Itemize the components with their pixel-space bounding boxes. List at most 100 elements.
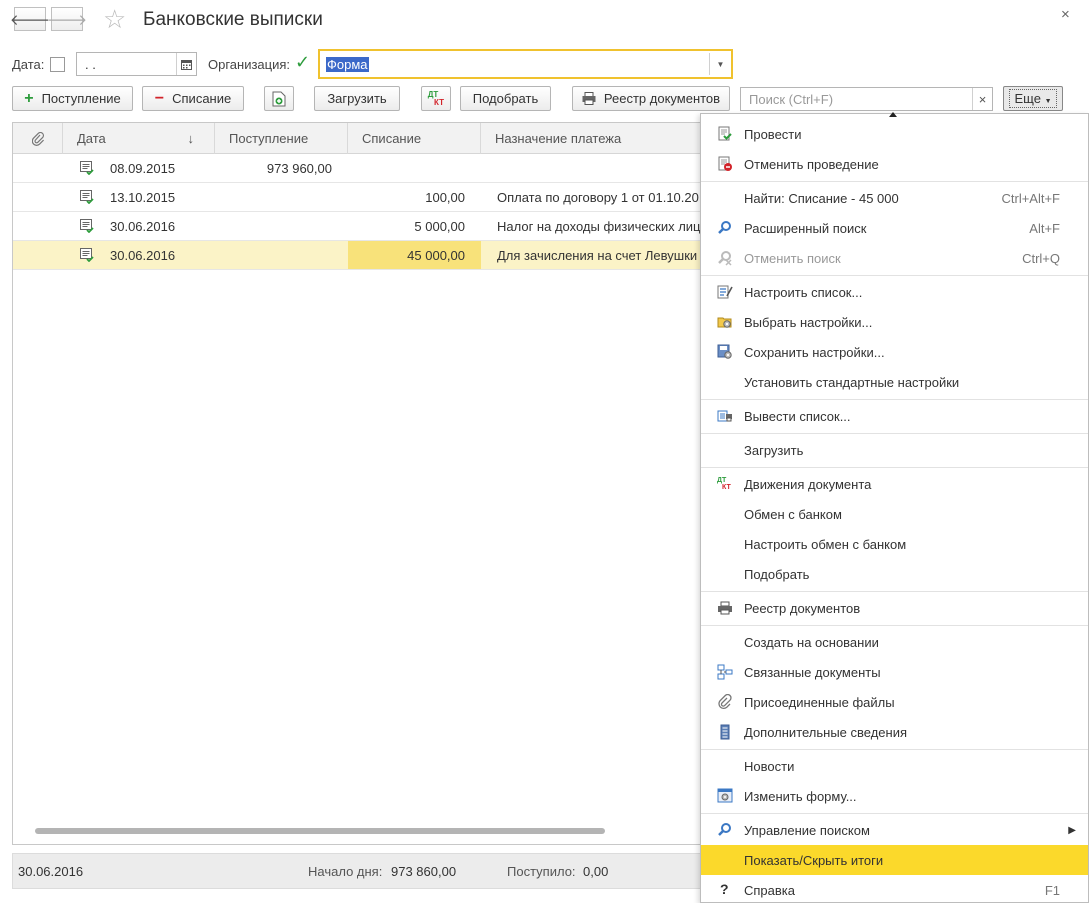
search-icon [718,823,731,836]
dtkt-icon: ДТ КТ [717,477,731,491]
table-row-selected[interactable]: 30.06.2016 45 000,00 Для зачисления на с… [13,241,700,270]
favorite-star-icon[interactable]: ☆ [103,4,126,35]
menu-item-search-management[interactable]: Управление поиском ▶ [701,815,1088,845]
search-input[interactable]: Поиск (Ctrl+F) × [740,87,993,111]
column-header-purpose[interactable]: Назначение платежа [481,123,700,154]
column-header-date[interactable]: Дата ↓ [63,123,215,154]
row-date: 08.09.2015 [110,160,176,176]
more-button[interactable]: Еще ▼ [1003,86,1063,111]
menu-item-advanced-search[interactable]: Расширенный поиск Alt+F [701,213,1088,243]
registry-button[interactable]: Реестр документов [572,86,730,111]
menu-item-select-settings[interactable]: Выбрать настройки... [701,307,1088,337]
row-purpose: Для зачисления на счет Левушки [497,247,698,263]
dtkt-button[interactable]: ДТ КТ [421,86,451,111]
sort-arrow-icon: ↓ [187,131,195,146]
change-form-icon [717,788,733,803]
forward-button[interactable]: 🡒 [47,7,87,31]
table-header: Дата ↓ Поступление Списание Назначение п… [13,123,700,154]
footer-date: 30.06.2016 [18,864,84,879]
menu-item-news[interactable]: Новости [701,751,1088,781]
attachment-column-icon[interactable] [13,123,63,154]
menu-item-toggle-totals[interactable]: Показать/Скрыть итоги [701,845,1088,875]
menu-separator [701,181,1088,182]
menu-item-bank-exchange[interactable]: Обмен с банком [701,499,1088,529]
configure-list-icon [717,285,733,299]
date-value: . . [85,56,96,72]
menu-separator [701,813,1088,814]
menu-item-output-list[interactable]: Вывести список... [701,401,1088,431]
organization-field[interactable]: Форма ▼ [318,49,733,79]
menu-item-registry[interactable]: Реестр документов [701,593,1088,623]
page-title: Банковские выписки [143,9,323,30]
column-header-income[interactable]: Поступление [215,123,348,154]
search-placeholder: Поиск (Ctrl+F) [749,91,834,107]
row-expense: 100,00 [425,189,465,205]
close-icon[interactable]: × [1061,6,1070,23]
date-checkbox[interactable] [50,57,65,72]
unpost-document-icon [718,156,732,171]
menu-item-document-movements[interactable]: ДТ КТ Движения документа [701,469,1088,499]
save-settings-icon [717,344,732,359]
row-expense [348,154,465,182]
menu-item-attached-files[interactable]: Присоединенные файлы [701,687,1088,717]
load-button[interactable]: Загрузить [314,86,400,111]
posted-document-icon [80,248,94,262]
menu-separator [701,433,1088,434]
menu-item-save-settings[interactable]: Сохранить настройки... [701,337,1088,367]
output-list-icon [717,410,732,422]
help-icon: ? [720,881,729,897]
menu-item-post[interactable]: Провести [701,119,1088,149]
menu-item-change-form[interactable]: Изменить форму... [701,781,1088,811]
organization-checkbox[interactable]: ✓ [295,52,310,73]
menu-pointer [889,112,897,117]
menu-item-related-documents[interactable]: Связанные документы [701,657,1088,687]
cancel-search-icon [718,251,732,266]
arrow-left-icon: 🡐 [9,11,51,29]
scrollbar-thumb[interactable] [35,828,605,834]
add-income-button[interactable]: + Поступление [12,86,133,111]
footer-start-value: 973 860,00 [391,864,457,879]
settings-folder-icon [717,317,732,328]
menu-item-create-based-on[interactable]: Создать на основании [701,627,1088,657]
date-label: Дата: [12,57,45,72]
dropdown-icon[interactable]: ▼ [709,53,731,75]
menu-item-configure-bank-exchange[interactable]: Настроить обмен с банком [701,529,1088,559]
new-document-button[interactable] [264,86,294,111]
dtkt-bottom: КТ [434,97,444,107]
menu-item-configure-list[interactable]: Настроить список... [701,277,1088,307]
bank-statements-table[interactable]: Дата ↓ Поступление Списание Назначение п… [12,122,701,845]
row-income [215,241,332,269]
menu-item-match[interactable]: Подобрать [701,559,1088,589]
menu-item-additional-info[interactable]: Дополнительные сведения [701,717,1088,747]
menu-separator [701,591,1088,592]
minus-icon: − [154,89,165,107]
row-income [215,183,332,211]
menu-item-cancel-search[interactable]: Отменить поиск Ctrl+Q [701,243,1088,273]
calendar-icon[interactable] [176,53,196,75]
plus-icon: + [24,89,34,107]
organization-value: Форма [326,56,369,72]
table-row[interactable]: 30.06.2016 5 000,00 Налог на доходы физи… [13,212,700,241]
menu-separator [701,399,1088,400]
menu-item-find[interactable]: Найти: Списание - 45 000 Ctrl+Alt+F [701,183,1088,213]
add-expense-label: Списание [172,91,232,106]
add-expense-button[interactable]: − Списание [142,86,244,111]
row-expense-active-cell[interactable]: 45 000,00 [348,241,481,269]
menu-item-default-settings[interactable]: Установить стандартные настройки [701,367,1088,397]
menu-item-unpost[interactable]: Отменить проведение [701,149,1088,179]
table-row[interactable]: 08.09.2015 973 960,00 [13,154,700,183]
column-header-expense[interactable]: Списание [348,123,481,154]
menu-item-help[interactable]: ? Справка F1 [701,875,1088,903]
back-button[interactable]: 🡐 [10,7,50,31]
clear-search-icon[interactable]: × [972,88,992,110]
match-button[interactable]: Подобрать [460,86,551,111]
match-label: Подобрать [472,91,539,106]
row-income: 973 960,00 [266,160,332,176]
posted-document-icon [80,161,94,175]
search-icon [718,221,731,234]
date-field[interactable]: . . [76,52,197,76]
horizontal-scrollbar[interactable] [35,828,700,836]
posted-document-icon [80,190,94,204]
menu-item-load[interactable]: Загрузить [701,435,1088,465]
table-row[interactable]: 13.10.2015 100,00 Оплата по договору 1 о… [13,183,700,212]
